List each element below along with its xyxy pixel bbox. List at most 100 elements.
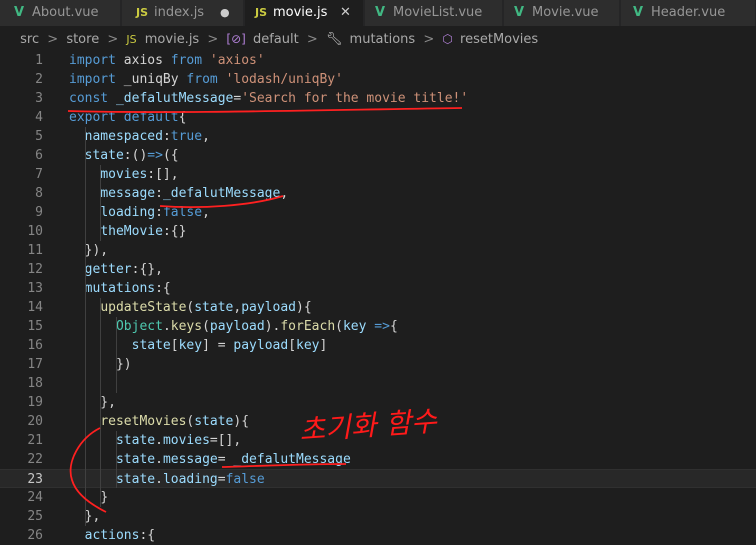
indent-guide bbox=[116, 317, 118, 393]
code-line[interactable]: 24 } bbox=[0, 488, 756, 507]
line-number: 5 bbox=[35, 129, 43, 144]
indent-guide bbox=[84, 127, 86, 526]
code-token: state bbox=[194, 300, 234, 315]
tab-movie-js[interactable]: JS movie.js ✕ bbox=[245, 0, 364, 26]
line-number: 25 bbox=[27, 509, 43, 524]
tab-movielist-vue[interactable]: V MovieList.vue bbox=[365, 0, 503, 26]
code-token: , bbox=[202, 129, 210, 144]
js-file-icon: JS bbox=[255, 6, 268, 19]
code-token: loading bbox=[162, 472, 218, 487]
code-line[interactable]: 15 Object.keys(payload).forEach(key =>{ bbox=[0, 317, 756, 336]
code-line[interactable]: 13 mutations:{ bbox=[0, 279, 756, 298]
code-token: { bbox=[178, 110, 187, 125]
code-text: export default{ bbox=[69, 108, 186, 127]
code-text: message:_defalutMessage, bbox=[69, 184, 288, 203]
code-token: :{} bbox=[162, 224, 187, 239]
code-token: forEach bbox=[280, 319, 336, 334]
code-line[interactable]: 5 namespaced:true, bbox=[0, 127, 756, 146]
line-number: 22 bbox=[27, 452, 43, 467]
code-token: }, bbox=[69, 395, 116, 410]
code-text: namespaced:true, bbox=[69, 127, 210, 146]
code-line[interactable]: 14 updateState(state,payload){ bbox=[0, 298, 756, 317]
line-number: 1 bbox=[35, 53, 43, 68]
code-line[interactable]: 21 state.movies=[], bbox=[0, 431, 756, 450]
code-token: from bbox=[170, 53, 203, 68]
tab-index-js[interactable]: JS index.js ● bbox=[122, 0, 244, 26]
line-number: 6 bbox=[35, 148, 43, 163]
code-text: theMovie:{} bbox=[69, 222, 186, 241]
symbol-module-icon: [⊘] bbox=[226, 32, 246, 46]
indent-guide bbox=[116, 431, 118, 488]
code-line[interactable]: 25 }, bbox=[0, 507, 756, 526]
code-line[interactable]: 17 }) bbox=[0, 355, 756, 374]
code-text: Object.keys(payload).forEach(key =>{ bbox=[69, 317, 398, 336]
code-token: _defalutMessage bbox=[233, 452, 351, 467]
tab-about-vue[interactable]: V About.vue bbox=[0, 0, 121, 26]
code-token: message bbox=[100, 186, 156, 201]
code-token: movies bbox=[100, 167, 148, 182]
code-line[interactable]: 19 }, bbox=[0, 393, 756, 412]
code-token: mutations bbox=[84, 281, 156, 296]
js-file-icon: JS bbox=[136, 6, 149, 19]
code-line[interactable]: 9 loading:false, bbox=[0, 203, 756, 222]
code-text: state.message= _defalutMessage bbox=[69, 450, 351, 469]
code-token: const bbox=[69, 91, 109, 106]
code-token: _uniqBy bbox=[115, 72, 187, 87]
code-token: { bbox=[389, 319, 398, 334]
code-line[interactable]: 4 export default{ bbox=[0, 108, 756, 127]
code-line[interactable]: 2 import _uniqBy from 'lodash/uniqBy' bbox=[0, 70, 756, 89]
code-line[interactable]: 6 state:()=>({ bbox=[0, 146, 756, 165]
code-line[interactable]: 23 state.loading=false bbox=[0, 469, 756, 488]
code-line[interactable]: 1 import axios from 'axios' bbox=[0, 51, 756, 70]
code-token: . bbox=[155, 433, 163, 448]
line-number: 10 bbox=[27, 224, 43, 239]
code-token: ){ bbox=[296, 300, 312, 315]
code-line[interactable]: 12 getter:{}, bbox=[0, 260, 756, 279]
code-token: 'lodash/uniqBy' bbox=[225, 72, 343, 87]
code-line[interactable]: 20 resetMovies(state){ bbox=[0, 412, 756, 431]
code-line[interactable]: 26 actions:{ bbox=[0, 526, 756, 545]
code-text: import _uniqBy from 'lodash/uniqBy' bbox=[69, 70, 343, 89]
tab-label: index.js bbox=[154, 5, 205, 20]
code-token: payload bbox=[241, 300, 296, 315]
code-token: ({ bbox=[162, 148, 179, 163]
unsaved-dot-icon[interactable]: ● bbox=[220, 0, 230, 26]
code-token: actions bbox=[84, 528, 140, 543]
code-line[interactable]: 22 state.message= _defalutMessage bbox=[0, 450, 756, 469]
code-line[interactable]: 8 message:_defalutMessage, bbox=[0, 184, 756, 203]
code-token: import bbox=[69, 53, 116, 68]
code-token: :[], bbox=[147, 167, 179, 182]
indent-guide bbox=[100, 165, 102, 241]
code-token: : bbox=[162, 129, 171, 144]
line-number: 24 bbox=[27, 490, 43, 505]
code-token: namespaced bbox=[84, 129, 163, 144]
code-line[interactable]: 18 bbox=[0, 374, 756, 393]
code-token: payload bbox=[233, 338, 289, 353]
tab-movie-vue[interactable]: V Movie.vue bbox=[504, 0, 620, 26]
code-line[interactable]: 10 theMovie:{} bbox=[0, 222, 756, 241]
code-line[interactable]: 3 const _defalutMessage='Search for the m… bbox=[0, 89, 756, 108]
tab-header-vue[interactable]: V Header.vue bbox=[621, 0, 756, 26]
code-editor[interactable]: 1 import axios from 'axios' 2 import _uniqB… bbox=[0, 50, 756, 543]
line-number: 18 bbox=[27, 376, 43, 391]
code-token: } bbox=[100, 490, 109, 505]
code-token: ). bbox=[264, 319, 281, 334]
code-token: false bbox=[162, 205, 203, 220]
code-token: :{ bbox=[139, 528, 156, 543]
code-token: message bbox=[162, 452, 218, 467]
code-line[interactable]: 11 }), bbox=[0, 241, 756, 260]
code-token: export bbox=[69, 110, 116, 125]
close-icon[interactable]: ✕ bbox=[340, 0, 351, 26]
tab-label: Movie.vue bbox=[532, 5, 599, 20]
code-token: 'Search for the movie title!' bbox=[241, 91, 469, 106]
code-token: = bbox=[217, 472, 226, 487]
code-line[interactable]: 16 state[key] = payload[key] bbox=[0, 336, 756, 355]
line-number: 12 bbox=[27, 262, 43, 277]
code-line[interactable]: 7 movies:[], bbox=[0, 165, 756, 184]
code-token: _defalutMessage bbox=[115, 91, 234, 106]
